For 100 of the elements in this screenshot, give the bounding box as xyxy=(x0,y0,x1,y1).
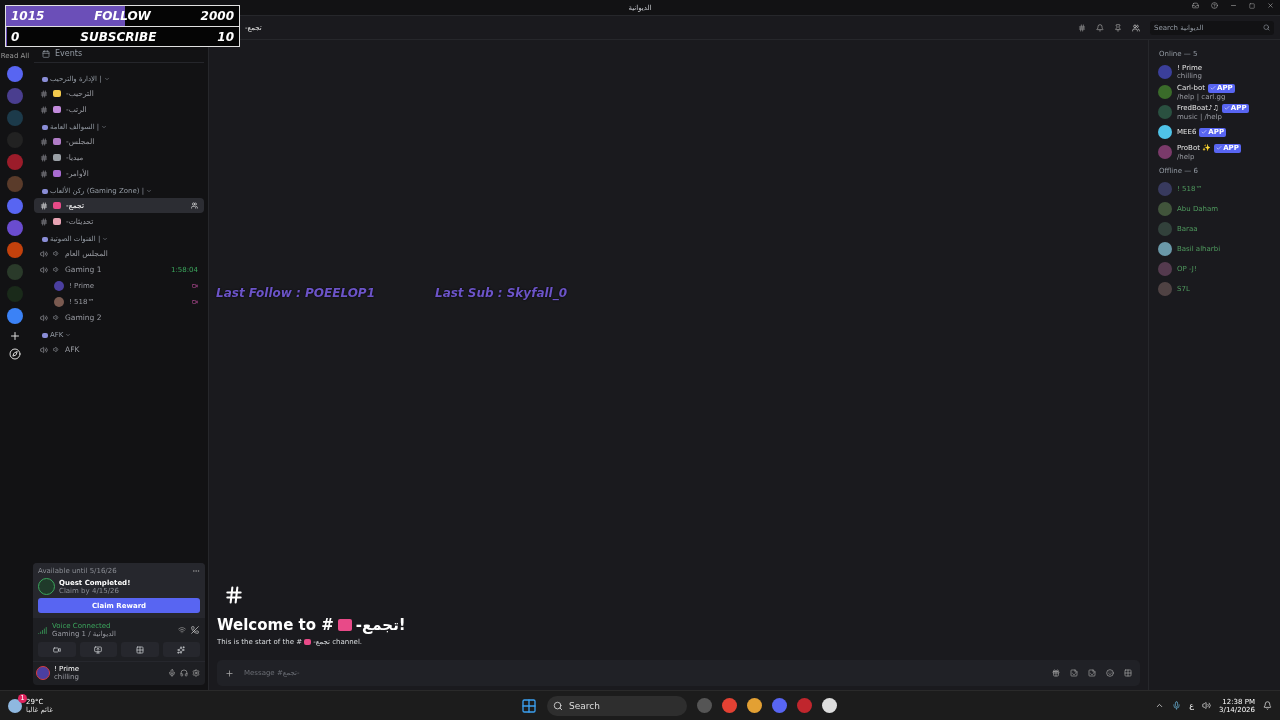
events-item[interactable]: Events xyxy=(34,49,204,63)
microphone-icon[interactable] xyxy=(168,669,176,677)
chevron-icon xyxy=(103,76,110,82)
emoji-icon[interactable] xyxy=(1106,669,1114,677)
server-icon[interactable] xyxy=(7,66,23,82)
speaker-emoji-icon xyxy=(53,250,60,257)
server-icon[interactable] xyxy=(7,242,23,258)
last-sub-text: Last Sub : Skyfall_0 xyxy=(435,286,568,300)
camera-icon xyxy=(52,645,61,654)
channel-emoji-icon xyxy=(53,218,61,225)
headphones-icon[interactable] xyxy=(180,669,188,677)
settings-icon[interactable] xyxy=(192,669,200,677)
server-icon[interactable] xyxy=(7,88,23,104)
help-icon[interactable] xyxy=(1211,2,1218,9)
goal-label: SUBSCRIBE xyxy=(80,29,157,44)
chevron-up-icon[interactable] xyxy=(1155,701,1165,710)
speaker-emoji-icon xyxy=(53,266,60,273)
screen-share-button[interactable] xyxy=(79,642,117,657)
category-emoji-icon xyxy=(42,332,48,338)
avatar xyxy=(54,280,64,291)
gift-icon[interactable] xyxy=(1052,669,1060,677)
screen-share-icon xyxy=(94,645,103,654)
goal-target: 10 xyxy=(217,29,234,44)
threads-icon[interactable] xyxy=(1078,23,1086,32)
start-icon[interactable] xyxy=(521,697,538,714)
add-server-icon[interactable] xyxy=(9,330,21,342)
soundboard-button[interactable] xyxy=(162,642,200,657)
search-icon xyxy=(1263,24,1270,31)
grid-icon xyxy=(135,645,144,654)
apps-icon[interactable] xyxy=(1124,669,1132,677)
activity-icon xyxy=(192,282,198,289)
language-indicator[interactable]: ع xyxy=(1189,701,1195,710)
category-emoji-icon xyxy=(42,236,48,242)
member-avatar[interactable] xyxy=(1158,242,1172,256)
hash-icon xyxy=(40,217,48,226)
plus-icon[interactable] xyxy=(225,668,234,678)
taskbar-app-icon[interactable] xyxy=(822,698,838,713)
signal-icon xyxy=(38,625,47,635)
goal-target: 2000 xyxy=(200,9,234,23)
user-avatar[interactable] xyxy=(36,666,50,680)
chevron-icon xyxy=(146,188,153,194)
channel-emoji-icon xyxy=(53,106,61,113)
maximize-icon[interactable] xyxy=(1249,2,1255,9)
welcome-title: Welcome to # xyxy=(217,616,334,634)
sticker-icon[interactable] xyxy=(1088,669,1096,677)
channel-emoji-icon xyxy=(53,170,61,177)
speaker-emoji-icon xyxy=(53,314,60,321)
activity-icon xyxy=(192,298,198,305)
disconnect-icon[interactable] xyxy=(191,626,199,634)
channel-emoji-icon xyxy=(53,138,61,145)
goal-current: 0 xyxy=(11,29,20,44)
last-follow-text: Last Follow : POEELOP1 xyxy=(216,286,375,300)
welcome-channel: تجمع-! xyxy=(355,616,406,634)
calendar-icon xyxy=(42,49,50,58)
quest-badge-icon xyxy=(38,578,55,595)
chevron-icon xyxy=(102,236,109,242)
sparkle-icon xyxy=(177,645,186,654)
server-icon[interactable] xyxy=(7,154,23,170)
activities-button[interactable] xyxy=(121,642,159,657)
minimize-icon[interactable] xyxy=(1230,2,1237,9)
avatar xyxy=(54,296,64,307)
speaker-icon xyxy=(40,265,48,274)
taskbar-search[interactable]: Search xyxy=(547,695,688,716)
pin-icon[interactable] xyxy=(1114,23,1122,32)
speaker-icon xyxy=(40,249,48,258)
search-icon xyxy=(553,700,564,711)
hash-icon xyxy=(40,105,48,114)
category-emoji-icon xyxy=(42,124,48,130)
speaker-emoji-icon xyxy=(53,346,60,353)
close-icon[interactable] xyxy=(1267,2,1274,9)
volume-icon[interactable] xyxy=(1202,701,1212,710)
speaker-icon xyxy=(40,345,48,354)
weather-icon xyxy=(8,698,22,713)
channel-emoji-icon xyxy=(53,202,61,209)
camera-button[interactable] xyxy=(38,642,76,657)
microphone-icon[interactable] xyxy=(1172,701,1182,710)
members-icon[interactable] xyxy=(1132,23,1140,32)
taskbar-app-icon[interactable] xyxy=(747,698,763,713)
more-icon[interactable] xyxy=(192,567,200,575)
goal-current: 1015 xyxy=(11,9,45,23)
megaphone-emoji-icon xyxy=(304,639,312,645)
category-emoji-icon xyxy=(42,76,48,82)
member-avatar[interactable] xyxy=(1158,125,1172,139)
server-icon[interactable] xyxy=(7,220,23,236)
hash-icon xyxy=(40,89,48,98)
chevron-icon xyxy=(101,124,108,130)
bell-icon[interactable] xyxy=(1096,23,1104,32)
hash-icon xyxy=(40,169,48,178)
compass-icon[interactable] xyxy=(9,348,21,360)
notification-icon[interactable] xyxy=(1263,701,1272,710)
category-emoji-icon xyxy=(42,188,48,194)
channel-emoji-icon xyxy=(53,154,61,161)
hash-icon xyxy=(40,201,48,210)
server-icon[interactable] xyxy=(7,308,23,324)
channel-emoji-icon xyxy=(53,90,61,97)
add-member-icon xyxy=(191,202,198,209)
chevron-icon xyxy=(65,332,72,338)
speaker-icon xyxy=(40,313,48,322)
server-icon[interactable] xyxy=(7,198,23,214)
hash-icon xyxy=(40,153,48,162)
